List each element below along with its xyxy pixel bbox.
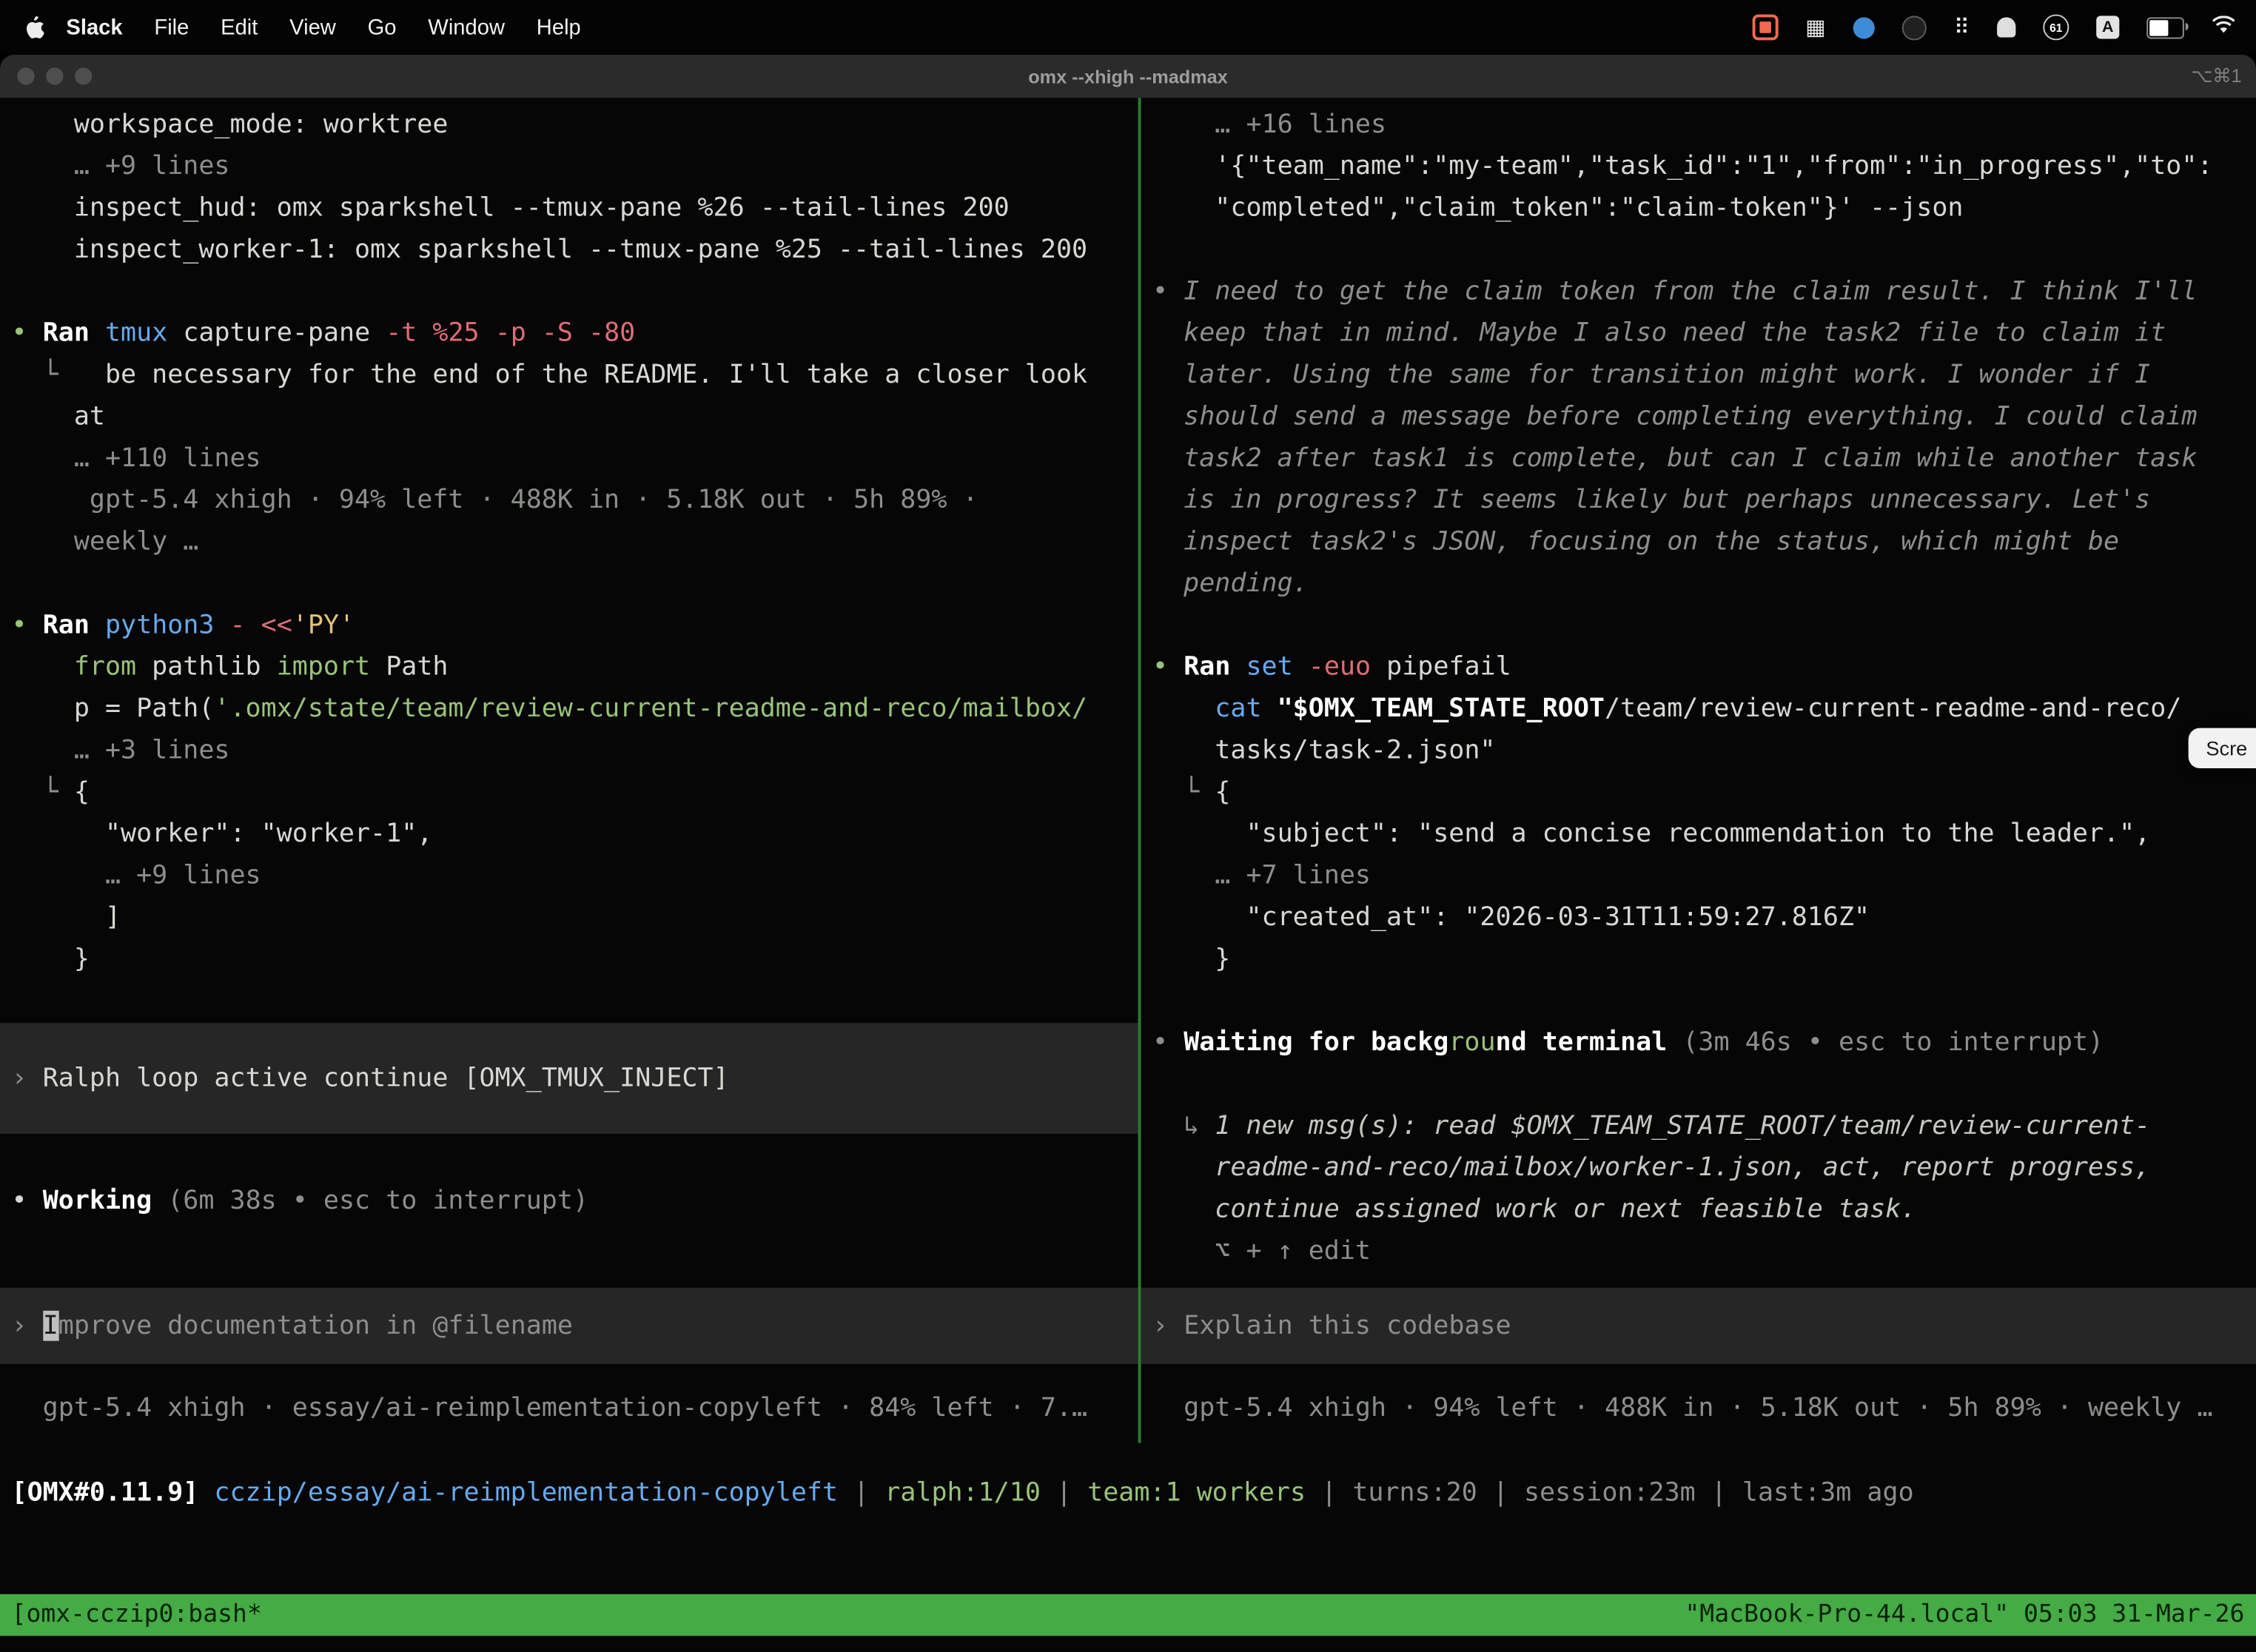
battery-percent-circle-icon[interactable]: 61	[2043, 14, 2069, 40]
terminal-line	[12, 563, 1138, 604]
pane-status: gpt-5.4 xhigh · 94% left · 488K in · 5.1…	[1152, 1387, 2256, 1428]
prompt-input[interactable]: › Explain this codebase	[1141, 1288, 2256, 1364]
terminal-line: inspect_worker-1: omx sparkshell --tmux-…	[12, 229, 1138, 270]
menu-item-app[interactable]: Slack	[50, 15, 138, 39]
terminal-line: … +16 lines	[1152, 104, 2256, 145]
omx-status-bar: [OMX#0.11.9] cczip/essay/ai-reimplementa…	[0, 1472, 2256, 1514]
terminal-line: tasks/task-2.json"	[1152, 730, 2256, 771]
terminal-line: … +110 lines	[12, 437, 1138, 479]
inject-banner: › Ralph loop active continue [OMX_TMUX_I…	[0, 1023, 1138, 1134]
menu-item-edit[interactable]: Edit	[205, 15, 274, 39]
menu-item-window[interactable]: Window	[412, 15, 520, 39]
terminal-line: task2 after task1 is complete, but can I…	[1152, 437, 2256, 479]
minimize-button[interactable]	[46, 67, 63, 84]
title-bar[interactable]: omx --xhigh --madmax ⌥⌘1	[0, 55, 2256, 98]
app-status-icon-dark[interactable]	[1902, 15, 1927, 39]
pane-output: workspace_mode: worktree … +9 lines insp…	[12, 104, 1138, 980]
terminal-line: inspect_hud: omx sparkshell --tmux-pane …	[12, 187, 1138, 229]
terminal-line: readme-and-reco/mailbox/worker-1.json, a…	[1152, 1146, 2256, 1188]
screen-recording-icon[interactable]	[1752, 14, 1778, 40]
dots-grid-icon[interactable]: ⠿	[1954, 16, 1970, 38]
terminal-line: '{"team_name":"my-team","task_id":"1","f…	[1152, 145, 2256, 187]
menu-item-file[interactable]: File	[138, 15, 205, 39]
terminal-line: from pathlib import Path	[12, 646, 1138, 688]
terminal-line: … +7 lines	[1152, 855, 2256, 896]
window-title: omx --xhigh --madmax	[1028, 65, 1228, 87]
terminal-line: at	[12, 396, 1138, 437]
terminal-line: • Ran set -euo pipefail	[1152, 646, 2256, 688]
terminal-line: … +3 lines	[12, 730, 1138, 771]
window-shortcut: ⌥⌘1	[2191, 64, 2241, 87]
terminal-line: inspect task2's JSON, focusing on the st…	[1152, 521, 2256, 563]
input-source-icon[interactable]: A	[2096, 16, 2119, 38]
terminal-line: workspace_mode: worktree	[12, 104, 1138, 145]
battery-icon[interactable]	[2146, 16, 2184, 38]
terminal-line: "completed","claim_token":"claim-token"}…	[1152, 187, 2256, 229]
window-controls	[17, 67, 92, 84]
tmux-session-label: [omx-cczip0:bash*	[12, 1594, 262, 1636]
terminal-line: └ {	[1152, 771, 2256, 813]
terminal-line: … +9 lines	[12, 145, 1138, 187]
terminal-line: • Waiting for background terminal (3m 46…	[1152, 1021, 2256, 1063]
screen: Slack File Edit View Go Window Help ▦ ⠿ …	[0, 0, 2256, 1652]
prompt-input[interactable]: › Improve documentation in @filename	[0, 1288, 1138, 1364]
terminal-line: • I need to get the claim token from the…	[1152, 270, 2256, 312]
terminal-line: "subject": "send a concise recommendatio…	[1152, 813, 2256, 854]
close-button[interactable]	[17, 67, 34, 84]
app-status-icon-blue[interactable]	[1853, 16, 1875, 38]
terminal-line: cat "$OMX_TEAM_STATE_ROOT/team/review-cu…	[1152, 688, 2256, 729]
terminal-line: ⌥ + ↑ edit	[1152, 1230, 2256, 1272]
terminal-line: weekly …	[12, 521, 1138, 563]
grid-icon[interactable]: ▦	[1805, 16, 1826, 38]
tmux-status-bar: [omx-cczip0:bash* "MacBook-Pro-44.local"…	[0, 1594, 2256, 1636]
ghost-app-icon[interactable]	[1997, 17, 2015, 37]
working-status: • Working (6m 38s • esc to interrupt)	[12, 1180, 1138, 1221]
tmux-host-time-label: "MacBook-Pro-44.local" 05:03 31-Mar-26	[1685, 1594, 2244, 1636]
terminal-line: continue assigned work or next feasible …	[1152, 1189, 2256, 1230]
terminal-line: • Ran tmux capture-pane -t %25 -p -S -80	[12, 312, 1138, 354]
menu-bar: Slack File Edit View Go Window Help ▦ ⠿ …	[0, 0, 2256, 55]
pane-output: … +16 lines '{"team_name":"my-team","tas…	[1152, 104, 2256, 1272]
wifi-icon[interactable]	[2212, 15, 2236, 39]
terminal-pane-right[interactable]: … +16 lines '{"team_name":"my-team","tas…	[1141, 98, 2256, 1443]
menu-item-view[interactable]: View	[274, 15, 352, 39]
terminal-pane-left[interactable]: workspace_mode: worktree … +9 lines insp…	[0, 98, 1138, 1443]
apple-menu-icon[interactable]	[26, 16, 44, 38]
pane-status: gpt-5.4 xhigh · essay/ai-reimplementatio…	[12, 1387, 1138, 1428]
terminal-line: └ {	[12, 771, 1138, 813]
terminal-line	[1152, 229, 2256, 270]
terminal-line	[1152, 1064, 2256, 1105]
terminal-empty-area	[0, 1514, 2256, 1594]
terminal-line: p = Path('.omx/state/team/review-current…	[12, 688, 1138, 729]
terminal-line: ]	[12, 896, 1138, 938]
terminal-line: should send a message before completing …	[1152, 396, 2256, 437]
screen-sharing-tooltip: Scre	[2189, 728, 2256, 768]
zoom-button[interactable]	[75, 67, 92, 84]
terminal-line: … +9 lines	[12, 855, 1138, 896]
terminal-line: • Ran python3 - <<'PY'	[12, 604, 1138, 645]
menu-item-go[interactable]: Go	[352, 15, 412, 39]
terminal-line: later. Using the same for transition mig…	[1152, 354, 2256, 395]
terminal-line: "worker": "worker-1",	[12, 813, 1138, 854]
terminal-line: ↳ 1 new msg(s): read $OMX_TEAM_STATE_ROO…	[1152, 1105, 2256, 1146]
terminal-line: is in progress? It seems likely but perh…	[1152, 479, 2256, 520]
terminal-line	[12, 270, 1138, 312]
terminal-line: └ be necessary for the end of the README…	[12, 354, 1138, 395]
terminal-line: gpt-5.4 xhigh · 94% left · 488K in · 5.1…	[12, 479, 1138, 520]
terminal-line	[1152, 604, 2256, 645]
terminal-window[interactable]: omx --xhigh --madmax ⌥⌘1 workspace_mode:…	[0, 55, 2256, 1652]
terminal-line: }	[12, 938, 1138, 979]
terminal-line: "created_at": "2026-03-31T11:59:27.816Z"	[1152, 896, 2256, 938]
menu-bar-status-icons: ▦ ⠿ 61 A	[1752, 14, 2236, 40]
terminal-line	[1152, 980, 2256, 1021]
tmux-panes: workspace_mode: worktree … +9 lines insp…	[0, 98, 2256, 1443]
terminal-line: }	[1152, 938, 2256, 979]
terminal-line: pending.	[1152, 563, 2256, 604]
terminal-line: keep that in mind. Maybe I also need the…	[1152, 312, 2256, 354]
menu-item-help[interactable]: Help	[520, 15, 597, 39]
